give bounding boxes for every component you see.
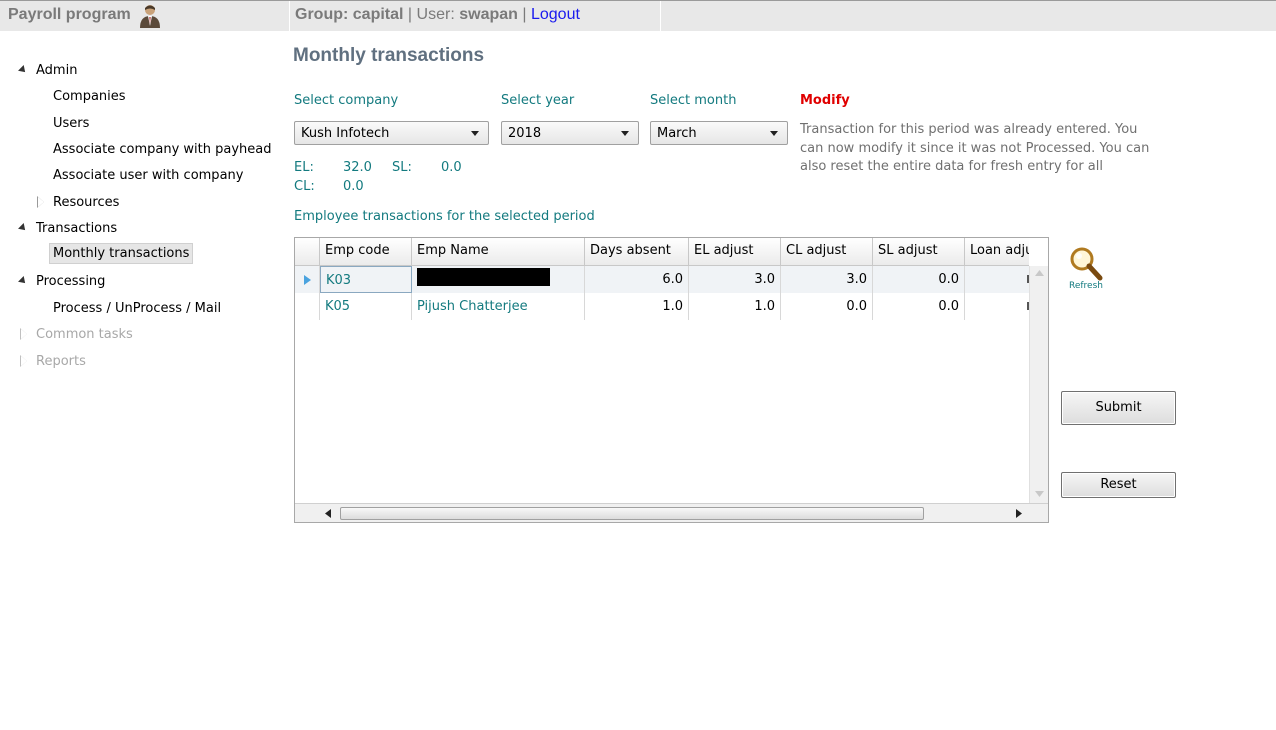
refresh-button[interactable]: Refresh: [1062, 246, 1110, 294]
chevron-down-icon: [621, 131, 629, 136]
sl-label: SL:: [392, 160, 412, 175]
vertical-scrollbar[interactable]: [1029, 266, 1048, 503]
group-label: Group:: [295, 6, 349, 23]
row-header-corner: [295, 238, 320, 266]
column-header[interactable]: Loan adju: [965, 238, 1029, 266]
expand-common-tasks-icon-fill: [21, 329, 27, 339]
grid-cell[interactable]: 1.0: [585, 293, 689, 320]
grid-cell[interactable]: 1.0: [689, 293, 781, 320]
tree-item-admin[interactable]: Admin: [36, 63, 77, 78]
select-company-label: Select company: [294, 93, 399, 108]
expand-resources-icon-fill: [38, 197, 44, 207]
submit-button[interactable]: Submit: [1061, 391, 1176, 425]
grid-cell[interactable]: K03: [320, 266, 412, 293]
info-message: Transaction for this period was already …: [800, 122, 1150, 174]
header-divider: [660, 1, 661, 32]
column-header[interactable]: Emp Name: [412, 238, 585, 266]
tree-item-transactions[interactable]: Transactions: [36, 221, 117, 236]
user-avatar-icon: [140, 5, 160, 28]
tree-item-common-tasks[interactable]: Common tasks: [36, 327, 133, 342]
column-header[interactable]: EL adjust: [689, 238, 781, 266]
grid-cell[interactable]: [965, 293, 1029, 320]
modify-status: Modify: [800, 93, 850, 108]
tree-item-users[interactable]: Users: [53, 116, 89, 131]
el-value: 32.0: [343, 160, 372, 175]
expand-transactions-icon[interactable]: [18, 223, 28, 233]
user-value: swapan: [459, 6, 518, 23]
user-label: User:: [416, 6, 455, 23]
header-separator: |: [407, 6, 413, 23]
chevron-down-icon: [471, 131, 479, 136]
column-header[interactable]: Emp code: [320, 238, 412, 266]
app-title: Payroll program: [8, 6, 131, 23]
grid-cell[interactable]: K05: [320, 293, 412, 320]
tree-item-monthly-transactions[interactable]: Monthly transactions: [49, 243, 194, 264]
month-select-value: March: [657, 126, 697, 141]
scroll-left-icon[interactable]: [325, 509, 331, 518]
grid-cell[interactable]: 6.0: [585, 266, 689, 293]
month-select[interactable]: March: [650, 121, 788, 145]
horizontal-scroll-thumb[interactable]: [340, 507, 924, 520]
header-separator: |: [522, 6, 527, 23]
el-label: EL:: [294, 160, 314, 175]
sl-value: 0.0: [441, 160, 462, 175]
cl-value: 0.0: [343, 179, 364, 194]
scroll-down-icon[interactable]: [1035, 491, 1044, 497]
column-header[interactable]: Days absent: [585, 238, 689, 266]
select-year-label: Select year: [501, 93, 575, 108]
column-header[interactable]: SL adjust: [873, 238, 965, 266]
expand-reports-icon-fill: [21, 356, 27, 366]
expand-admin-icon[interactable]: [18, 65, 28, 75]
header-info: Group: capital | User: swapan | Logout: [295, 6, 580, 24]
tree-item-process-mail[interactable]: Process / UnProcess / Mail: [53, 301, 221, 316]
grid-cell[interactable]: 0.0: [781, 293, 873, 320]
tree-item-reports[interactable]: Reports: [36, 354, 86, 369]
logout-link[interactable]: Logout: [531, 6, 580, 23]
grid-cell[interactable]: 0.0: [873, 293, 965, 320]
chevron-down-icon: [770, 131, 778, 136]
grid-cell[interactable]: Pijush Chatterjee: [412, 293, 585, 320]
redacted-name-block: [417, 268, 550, 286]
column-header[interactable]: CL adjust: [781, 238, 873, 266]
header-divider: [289, 1, 290, 32]
tree-item-processing[interactable]: Processing: [36, 274, 105, 289]
refresh-label: Refresh: [1069, 281, 1103, 291]
tree-item-companies[interactable]: Companies: [53, 89, 126, 104]
horizontal-scrollbar[interactable]: [295, 503, 1048, 522]
select-month-label: Select month: [650, 93, 737, 108]
year-select[interactable]: 2018: [501, 121, 639, 145]
page-title: Monthly transactions: [293, 45, 485, 66]
row-header-column: [295, 266, 320, 320]
transactions-grid: Emp code Emp Name Days absent EL adjust …: [294, 237, 1049, 523]
cl-label: CL:: [294, 179, 315, 194]
tree-item-associate-company[interactable]: Associate company with payhead: [53, 142, 271, 157]
group-value: capital: [352, 6, 404, 23]
reset-button[interactable]: Reset: [1061, 472, 1176, 498]
grid-caption: Employee transactions for the selected p…: [294, 209, 595, 224]
grid-cell[interactable]: 3.0: [689, 266, 781, 293]
top-bar: [0, 0, 1276, 32]
scroll-up-icon[interactable]: [1035, 270, 1044, 276]
tree-item-associate-user[interactable]: Associate user with company: [53, 168, 243, 183]
tree-item-resources[interactable]: Resources: [53, 195, 119, 210]
scroll-right-icon[interactable]: [1016, 509, 1022, 518]
year-select-value: 2018: [508, 126, 542, 141]
company-select-value: Kush Infotech: [301, 126, 390, 141]
grid-cell[interactable]: [965, 266, 1029, 293]
grid-cell[interactable]: 0.0: [873, 266, 965, 293]
expand-processing-icon[interactable]: [18, 276, 28, 286]
magnifier-icon: [1070, 247, 1103, 281]
grid-cell[interactable]: 3.0: [781, 266, 873, 293]
company-select[interactable]: Kush Infotech: [294, 121, 489, 145]
